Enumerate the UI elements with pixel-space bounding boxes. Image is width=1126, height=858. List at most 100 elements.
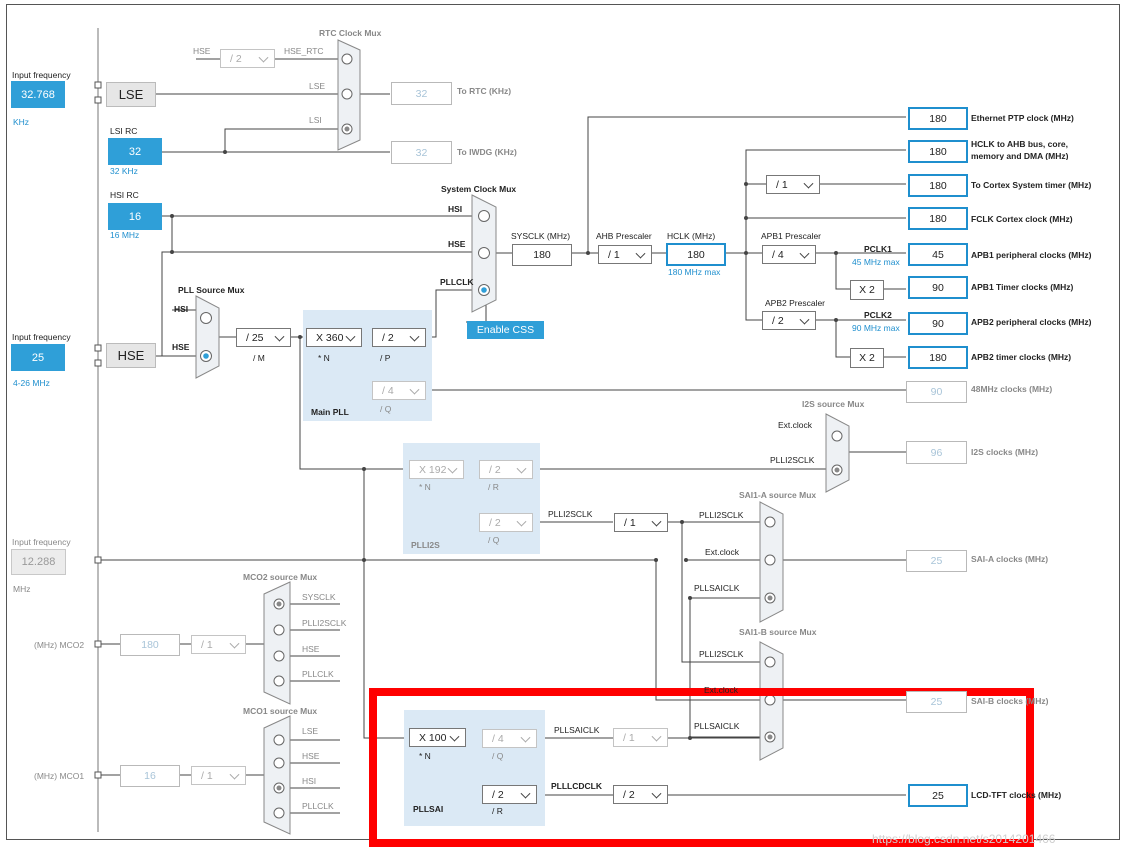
rtc-lse-label: LSE (309, 81, 326, 91)
ext-frequency-input[interactable]: 12.288 (11, 549, 66, 575)
pclk1-label: PCLK1 (864, 244, 892, 254)
pclk2-max: 90 MHz max (852, 323, 900, 333)
main-pll-p-label: / P (380, 353, 391, 363)
sai-a-label: SAI-A clocks (MHz) (971, 554, 1049, 564)
lsi-unit: 32 KHz (110, 166, 138, 176)
main-pll-title: Main PLL (311, 407, 349, 417)
sai-a-ext-clock-label: Ext.clock (705, 547, 740, 557)
hse-source: HSE (106, 343, 156, 368)
hsi-unit: 16 MHz (110, 230, 140, 240)
ethernet-ptp-value[interactable]: 180 (908, 107, 968, 130)
ethernet-ptp-label: Ethernet PTP clock (MHz) (971, 113, 1074, 123)
sysclk-value: 180 (512, 244, 572, 266)
pclk2-label: PCLK2 (864, 310, 892, 320)
apb2-prescaler-select[interactable]: / 2 (762, 311, 816, 330)
mco2-label: (MHz) MCO2 (34, 640, 85, 650)
apb1-peripheral-value[interactable]: 45 (908, 243, 968, 266)
main-pll-q-select[interactable]: / 4 (372, 381, 426, 400)
apb1-prescaler-label: APB1 Prescaler (761, 231, 821, 241)
plli2s-q-output-label: PLLI2SCLK (548, 509, 593, 519)
apb1-peripheral-label: APB1 peripheral clocks (MHz) (971, 250, 1092, 260)
usb48-label: 48MHz clocks (MHz) (971, 384, 1053, 394)
pllsai-n-label: * N (419, 751, 431, 761)
apb1-timer-multiplier: X 2 (850, 280, 884, 300)
lse-frequency-input[interactable]: 32.768 (11, 81, 65, 108)
mco2-value: 180 (120, 634, 180, 656)
mco1-lse-label: LSE (302, 726, 319, 736)
enable-css-button[interactable]: Enable CSS (467, 321, 544, 339)
main-pll-q-label: / Q (380, 404, 392, 414)
main-pll-n-select[interactable]: X 360 (306, 328, 362, 347)
sai-b-pllsaiclk-label: PLLSAICLK (694, 721, 740, 731)
sai-b-plli2sclk-label: PLLI2SCLK (699, 649, 744, 659)
plli2s-q-select[interactable]: / 2 (479, 513, 533, 532)
mco2-mux-title: MCO2 source Mux (243, 572, 318, 582)
hclk-label: HCLK (MHz) (667, 231, 716, 241)
pllsai-r-select[interactable]: / 2 (482, 785, 537, 804)
ahb-prescaler-label: AHB Prescaler (596, 231, 652, 241)
lcd-tft-label: LCD-TFT clocks (MHz) (971, 790, 1062, 800)
fclk-label: FCLK Cortex clock (MHz) (971, 214, 1073, 224)
pllsai-r-post-divider[interactable]: / 2 (613, 785, 668, 804)
hse-frequency-input[interactable]: 25 (11, 344, 65, 371)
main-pll-p-select[interactable]: / 2 (372, 328, 426, 347)
rtc-output-value: 32 (391, 82, 452, 105)
sai-a-plli2sclk-label: PLLI2SCLK (699, 510, 744, 520)
sai-b-label: SAI-B clocks (MHz) (971, 696, 1049, 706)
pll-m-label: / M (253, 353, 265, 363)
pll-source-hse-label: HSE (172, 342, 190, 352)
lsi-value: 32 (108, 138, 162, 165)
apb2-peripheral-value[interactable]: 90 (908, 312, 968, 335)
pll-source-mux-title: PLL Source Mux (178, 285, 245, 295)
pclk1-max: 45 MHz max (852, 257, 900, 267)
pllsai-n-select[interactable]: X 100 (409, 728, 466, 747)
pllsai-q-select[interactable]: / 4 (482, 729, 537, 748)
apb2-timer-value[interactable]: 180 (908, 346, 968, 369)
lcd-tft-value[interactable]: 25 (908, 784, 968, 807)
lse-source: LSE (106, 82, 156, 107)
apb2-timer-label: APB2 timer clocks (MHz) (971, 352, 1072, 362)
pllsai-q-label: / Q (492, 751, 504, 761)
main-pll-n-label: * N (318, 353, 330, 363)
hsi-heading: HSI RC (110, 190, 139, 200)
pllsai-r-output-label: PLLLCDCLK (551, 781, 602, 791)
hclk-bus-label-line1: HCLK to AHB bus, core, (971, 139, 1068, 149)
i2s-mux-title: I2S source Mux (802, 399, 865, 409)
apb1-timer-value[interactable]: 90 (908, 276, 968, 299)
hclk-bus-value[interactable]: 180 (908, 140, 968, 163)
apb2-timer-multiplier: X 2 (850, 348, 884, 368)
mco2-divider-select[interactable]: / 1 (191, 635, 246, 654)
apb1-prescaler-select[interactable]: / 4 (762, 245, 816, 264)
ahb-prescaler-select[interactable]: / 1 (598, 245, 652, 264)
fclk-value[interactable]: 180 (908, 207, 968, 230)
sai-b-ext-clock-label: Ext.clock (704, 685, 739, 695)
plli2s-q-post-divider[interactable]: / 1 (614, 513, 668, 532)
plli2s-r-select[interactable]: / 2 (479, 460, 533, 479)
plli2s-r-label: / R (488, 482, 499, 492)
mco2-pllclk-label: PLLCLK (302, 669, 334, 679)
cortex-timer-divider-select[interactable]: / 1 (766, 175, 820, 194)
sai-a-mux-title: SAI1-A source Mux (739, 490, 817, 500)
apb2-peripheral-label: APB2 peripheral clocks (MHz) (971, 317, 1092, 327)
i2s-plli2sclk-label: PLLI2SCLK (770, 455, 815, 465)
mco1-divider-select[interactable]: / 1 (191, 766, 246, 785)
lse-unit: KHz (13, 117, 30, 127)
rtc-hse-divider[interactable]: / 2 (220, 49, 275, 68)
rtc-lsi-label: LSI (309, 115, 322, 125)
hclk-input[interactable]: 180 (666, 243, 726, 266)
hse-input-heading: Input frequency (12, 332, 71, 342)
system-clock-mux-title: System Clock Mux (441, 184, 517, 194)
ext-input-heading: Input frequency (12, 537, 71, 547)
pllsai-q-output-label: PLLSAICLK (554, 725, 600, 735)
ext-unit: MHz (13, 584, 31, 594)
sysclk-label: SYSCLK (MHz) (511, 231, 571, 241)
iwdg-output-value: 32 (391, 141, 452, 164)
pll-m-divider-select[interactable]: / 25 (236, 328, 291, 347)
i2s-label: I2S clocks (MHz) (971, 447, 1039, 457)
sai-b-value: 25 (906, 691, 967, 713)
sai-a-value: 25 (906, 550, 967, 572)
pllsai-q-post-divider[interactable]: / 1 (613, 728, 668, 747)
pllsai-title: PLLSAI (413, 804, 444, 814)
cortex-timer-value[interactable]: 180 (908, 174, 968, 197)
plli2s-n-select[interactable]: X 192 (409, 460, 464, 479)
